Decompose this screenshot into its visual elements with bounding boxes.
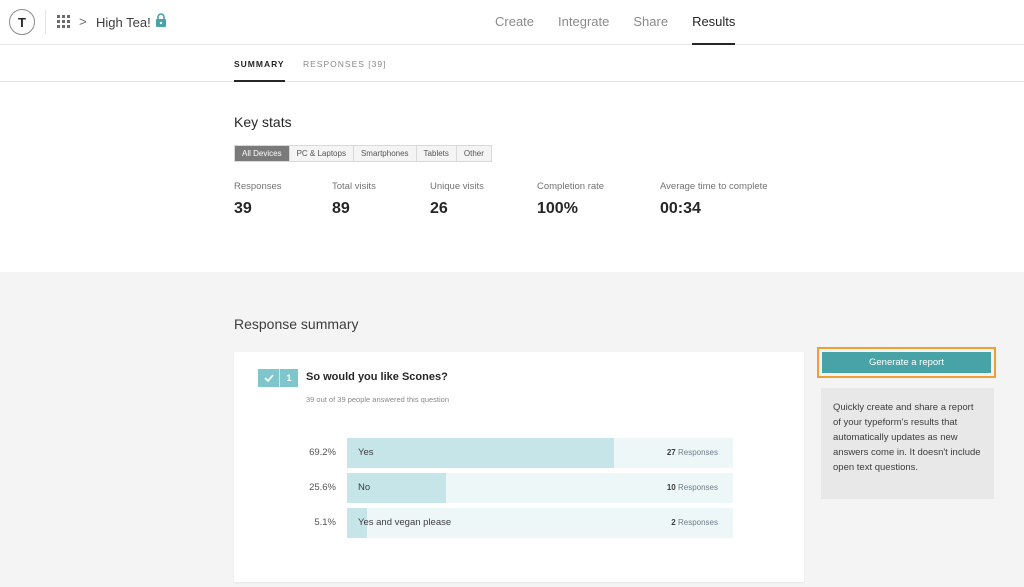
answer-row: 69.2% Yes 27 Responses: [234, 438, 804, 468]
stat-average-time: Average time to complete 00:34: [660, 181, 768, 218]
answer-bar[interactable]: Yes and vegan please 2 Responses: [347, 508, 733, 538]
answer-percent: 69.2%: [309, 447, 336, 458]
answer-label: Yes: [358, 447, 374, 458]
response-summary-section: Response summary 1 So would you like Sco…: [0, 272, 1024, 587]
question-badge: 1: [258, 369, 298, 387]
stat-label: Completion rate: [537, 181, 605, 192]
filter-smartphones[interactable]: Smartphones: [353, 146, 417, 161]
answer-count: 27 Responses: [667, 448, 718, 457]
results-subtabs: SUMMARY RESPONSES [39]: [0, 45, 1024, 82]
answer-bar[interactable]: Yes 27 Responses: [347, 438, 733, 468]
stat-total-visits: Total visits 89: [332, 181, 376, 218]
workspace-avatar[interactable]: T: [9, 9, 35, 35]
chevron-right-icon: >: [79, 14, 87, 29]
stat-value: 26: [430, 200, 448, 217]
stat-label: Responses: [234, 181, 282, 192]
filter-tablets[interactable]: Tablets: [416, 146, 457, 161]
nav-create[interactable]: Create: [495, 0, 534, 45]
answer-count-number: 27: [666, 448, 676, 457]
stat-unique-visits: Unique visits 26: [430, 181, 484, 218]
stat-value: 39: [234, 200, 252, 217]
main-nav: Create Integrate Share Results: [495, 0, 759, 45]
stat-label: Unique visits: [430, 181, 484, 192]
filter-pc-laptops[interactable]: PC & Laptops: [289, 146, 354, 161]
filter-other[interactable]: Other: [456, 146, 491, 161]
filter-all-devices[interactable]: All Devices: [235, 146, 290, 161]
answer-percent: 25.6%: [309, 482, 336, 493]
answer-count: 2 Responses: [671, 518, 718, 527]
answer-count-label: Responses: [677, 518, 718, 527]
form-title[interactable]: High Tea!: [96, 15, 151, 30]
lock-icon: [156, 13, 166, 27]
nav-share[interactable]: Share: [633, 0, 668, 45]
question-title: So would you like Scones?: [306, 371, 448, 383]
stat-completion-rate: Completion rate 100%: [537, 181, 604, 218]
answer-count-label: Responses: [677, 483, 718, 492]
tab-summary[interactable]: SUMMARY: [234, 59, 285, 82]
report-info-text: Quickly create and share a report of you…: [821, 388, 994, 499]
answer-count: 10 Responses: [667, 483, 718, 492]
nav-results[interactable]: Results: [692, 0, 736, 45]
generate-report-button[interactable]: Generate a report: [822, 352, 991, 373]
device-filter: All Devices PC & Laptops Smartphones Tab…: [234, 145, 492, 162]
generate-report-highlight: Generate a report: [817, 347, 996, 378]
checkmark-icon: [258, 369, 280, 387]
answer-bar[interactable]: No 10 Responses: [347, 473, 733, 503]
answer-count-label: Responses: [677, 448, 718, 457]
question-answered-count: 39 out of 39 people answered this questi…: [306, 395, 450, 404]
key-stats-title: Key stats: [234, 114, 292, 130]
stat-value: 100%: [537, 200, 578, 217]
key-stats-section: Key stats All Devices PC & Laptops Smart…: [0, 83, 1024, 272]
answer-label: No: [358, 482, 371, 493]
answer-label: Yes and vegan please: [358, 517, 452, 528]
answer-count-number: 10: [666, 483, 676, 492]
stat-responses: Responses 39: [234, 181, 282, 218]
nav-integrate[interactable]: Integrate: [558, 0, 609, 45]
answer-count-number: 2: [671, 518, 676, 527]
question-number: 1: [286, 373, 292, 383]
answer-bar-fill: [347, 438, 615, 468]
stat-label: Total visits: [332, 181, 376, 192]
question-card: 1 So would you like Scones? 39 out of 39…: [234, 352, 804, 582]
divider: [45, 10, 46, 34]
stat-value: 00:34: [660, 200, 701, 217]
stat-value: 89: [332, 200, 350, 217]
answer-row: 5.1% Yes and vegan please 2 Responses: [234, 508, 804, 538]
stat-label: Average time to complete: [660, 181, 768, 192]
tab-responses[interactable]: RESPONSES [39]: [303, 59, 386, 82]
response-summary-title: Response summary: [234, 316, 359, 332]
answer-percent: 5.1%: [314, 517, 336, 528]
answer-row: 25.6% No 10 Responses: [234, 473, 804, 503]
apps-grid-icon[interactable]: [57, 15, 70, 28]
top-bar: T > High Tea! Create Integrate Share Res…: [0, 0, 1024, 45]
